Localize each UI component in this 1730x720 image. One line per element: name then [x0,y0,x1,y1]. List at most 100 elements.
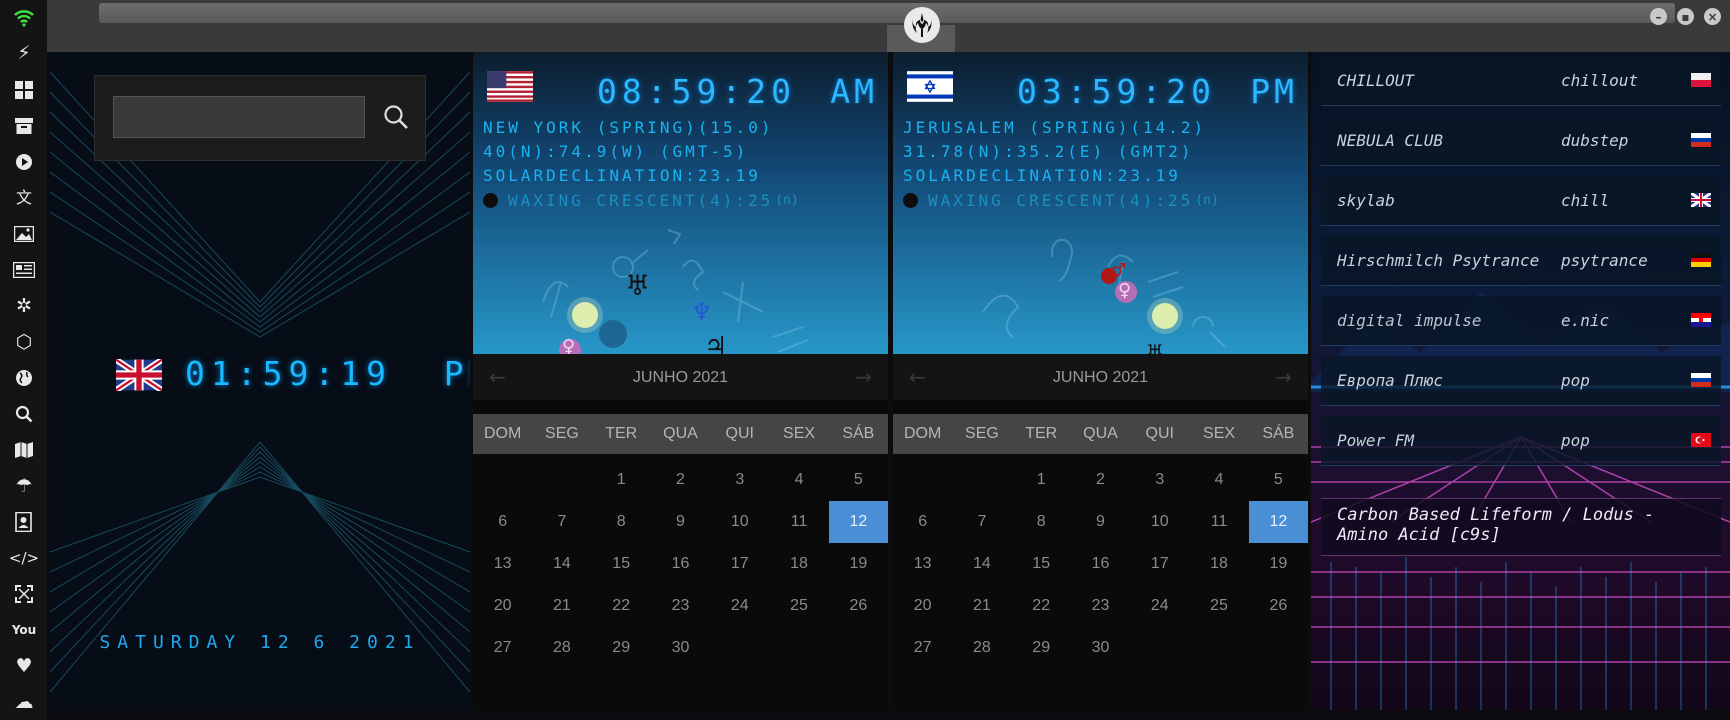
calendar-day[interactable]: 8 [1012,501,1071,543]
news-icon[interactable] [10,256,38,284]
code-icon[interactable]: </> [9,544,39,572]
calendar-day[interactable]: 10 [710,501,769,543]
calendar-day[interactable]: 7 [952,501,1011,543]
radio-station-row[interactable]: Power FM pop [1321,416,1721,466]
calendar-day[interactable]: 30 [1071,627,1130,669]
calendar-day-today[interactable]: 12 [828,501,888,543]
radio-station-row[interactable]: digital impulse e.nic [1321,296,1721,346]
calendar-day[interactable]: 7 [532,501,591,543]
play-icon[interactable] [10,148,38,176]
calendar-day[interactable]: 24 [1130,585,1189,627]
calendar-day[interactable]: 28 [952,627,1011,669]
calendar-day[interactable]: 21 [532,585,591,627]
settings-icon[interactable]: ✲ [10,292,38,320]
contacts-icon[interactable] [10,508,38,536]
windows-icon[interactable] [10,76,38,104]
coordinates-line: 40(N):74.9(W) (GMT-5) [483,142,749,161]
next-month-button[interactable]: → [1275,365,1292,389]
globe-icon[interactable] [10,364,38,392]
close-button[interactable]: × [1704,8,1721,25]
lightning-icon[interactable]: ⚡ [10,39,38,67]
calendar-day[interactable]: 20 [473,585,532,627]
calendar-day[interactable]: 18 [769,543,828,585]
russia-flag-icon [1691,133,1711,147]
calendar-day[interactable]: 26 [1249,585,1308,627]
search-icon[interactable] [10,400,38,428]
calendar-day[interactable]: 6 [473,501,532,543]
calendar-day[interactable]: 14 [532,543,591,585]
calendar-day[interactable]: 19 [829,543,888,585]
hexagon-icon[interactable]: ⬡ [10,328,38,356]
calendar-day[interactable]: 3 [1130,459,1189,501]
calendar-day[interactable]: 13 [473,543,532,585]
calendar-day[interactable]: 23 [651,585,710,627]
calendar-day[interactable]: 16 [651,543,710,585]
calendar-day[interactable]: 25 [769,585,828,627]
wifi-icon[interactable] [10,4,38,32]
calendar-day[interactable]: 21 [952,585,1011,627]
calendar-day[interactable]: 19 [1249,543,1308,585]
calendar-day[interactable]: 25 [1189,585,1248,627]
calendar-day[interactable]: 10 [1130,501,1189,543]
next-month-button[interactable]: → [855,365,872,389]
calendar-day[interactable]: 28 [532,627,591,669]
calendar-day[interactable]: 1 [1012,459,1071,501]
calendar-day[interactable]: 22 [1012,585,1071,627]
search-icon[interactable] [375,96,417,138]
calendar-day[interactable]: 30 [651,627,710,669]
calendar-day[interactable]: 14 [952,543,1011,585]
calendar-day[interactable]: 5 [829,459,888,501]
cloud-icon[interactable]: ☁ [10,688,38,716]
calendar-day[interactable]: 20 [893,585,952,627]
calendar-day-today[interactable]: 12 [1248,501,1308,543]
calendar-day[interactable]: 4 [769,459,828,501]
calendar-day[interactable]: 23 [1071,585,1130,627]
calendar-day[interactable]: 17 [1130,543,1189,585]
radio-station-row[interactable]: Hirschmilch Psytrance psytrance [1321,236,1721,286]
youtube-icon[interactable]: You [10,616,38,644]
calendar-day[interactable]: 27 [473,627,532,669]
calendar-day[interactable]: 29 [1012,627,1071,669]
search-input[interactable] [113,96,365,138]
calendar-day[interactable]: 3 [710,459,769,501]
map-icon[interactable] [10,436,38,464]
heart-icon[interactable]: ♥ [10,652,38,680]
calendar-day[interactable]: 1 [592,459,651,501]
minimize-button[interactable]: – [1650,8,1667,25]
radio-station-row[interactable]: Европа Плюс pop [1321,356,1721,406]
calendar-day[interactable]: 9 [651,501,710,543]
calendar-day[interactable]: 24 [710,585,769,627]
calendar-day[interactable]: 11 [769,501,828,543]
calendar-day[interactable]: 4 [1189,459,1248,501]
image-icon[interactable] [10,220,38,248]
archive-icon[interactable] [10,112,38,140]
maximize-button[interactable]: ▪ [1677,8,1694,25]
calendar-day[interactable]: 17 [710,543,769,585]
croatia-flag-icon [1691,313,1711,327]
radio-station-row[interactable]: NEBULA CLUB dubstep [1321,116,1721,166]
fullscreen-icon[interactable] [10,580,38,608]
radio-station-row[interactable]: skylab chill [1321,176,1721,226]
calendar-day[interactable]: 8 [592,501,651,543]
calendar-day[interactable]: 27 [893,627,952,669]
radio-station-row[interactable]: CHILLOUT chillout [1321,56,1721,106]
calendar-day[interactable]: 16 [1071,543,1130,585]
calendar-day[interactable]: 15 [592,543,651,585]
calendar-day[interactable]: 6 [893,501,952,543]
calendar-day[interactable]: 26 [829,585,888,627]
logo-tab[interactable] [887,0,955,52]
calendar-day[interactable]: 2 [651,459,710,501]
calendar-day[interactable]: 2 [1071,459,1130,501]
calendar-day[interactable]: 11 [1189,501,1248,543]
calendar-day[interactable]: 29 [592,627,651,669]
calendar-day[interactable]: 18 [1189,543,1248,585]
calendar-day[interactable]: 22 [592,585,651,627]
umbrella-icon[interactable]: ☂ [10,472,38,500]
calendar-month: JUNHO 2021 [1052,369,1149,386]
calendar-day[interactable]: 15 [1012,543,1071,585]
calendar-day[interactable]: 9 [1071,501,1130,543]
translate-icon[interactable]: 文 [10,184,38,212]
calendar-day[interactable]: 13 [893,543,952,585]
venus-icon: ♀ [562,336,576,355]
calendar-day[interactable]: 5 [1249,459,1308,501]
